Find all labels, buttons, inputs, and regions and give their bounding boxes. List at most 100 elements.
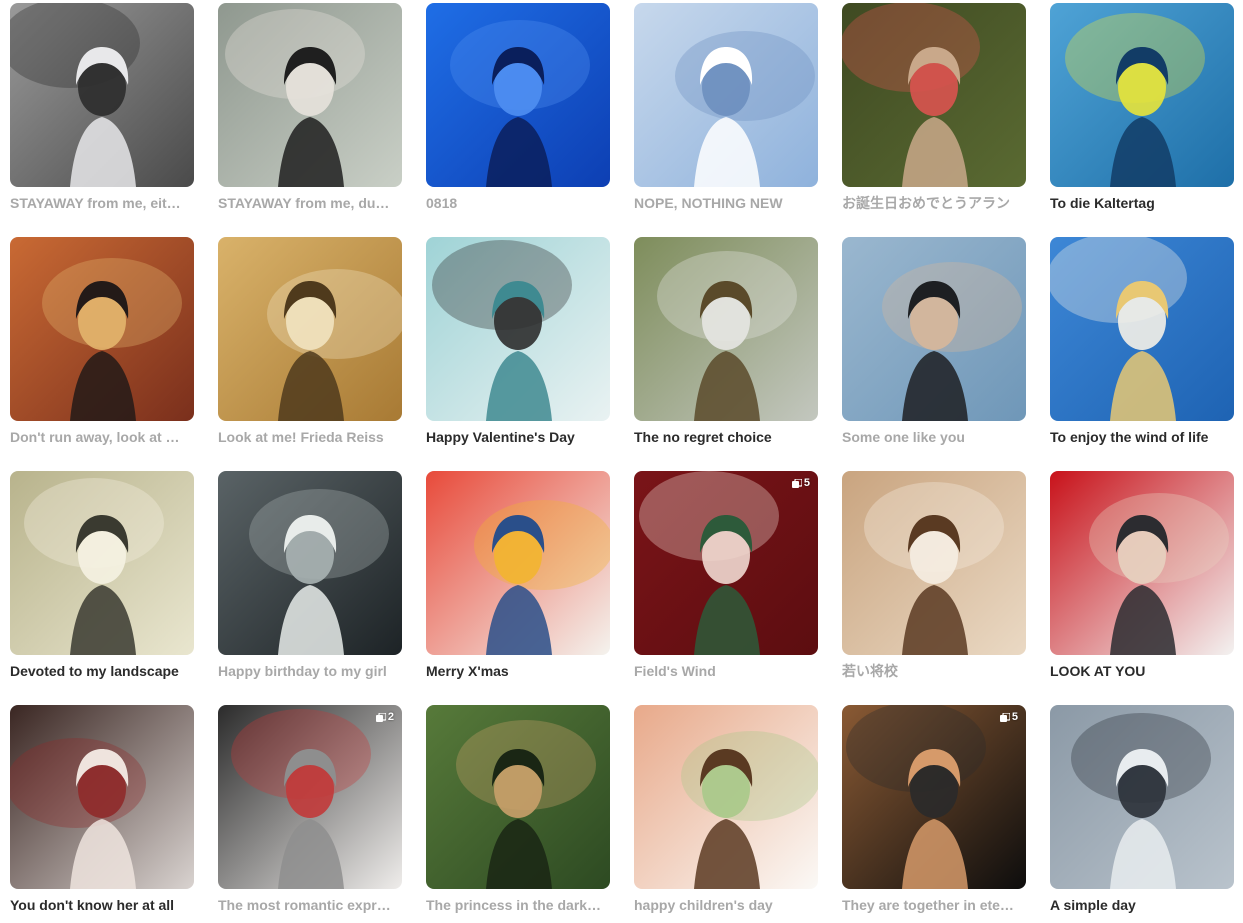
artwork-thumbnail[interactable] — [634, 705, 818, 889]
portrait-thumbnail — [426, 3, 610, 187]
artwork-card[interactable]: A simple day — [1050, 705, 1234, 923]
artwork-title[interactable]: A simple day — [1050, 896, 1234, 914]
artwork-thumbnail[interactable] — [842, 3, 1026, 187]
artwork-card[interactable]: 5 Field's Wind — [634, 471, 818, 689]
illustration-grid: STAYAWAY from me, eit… STAYAWAY from me, … — [10, 3, 1234, 923]
portrait-thumbnail — [218, 237, 402, 421]
portrait-thumbnail — [10, 3, 194, 187]
artwork-thumbnail[interactable]: 5 — [634, 471, 818, 655]
portrait-thumbnail — [634, 3, 818, 187]
artwork-card[interactable]: The princess in the dark… — [426, 705, 610, 923]
artwork-title[interactable]: 若い将校 — [842, 662, 1026, 680]
artwork-thumbnail[interactable] — [1050, 705, 1234, 889]
artwork-title[interactable]: Look at me! Frieda Reiss — [218, 428, 402, 446]
artwork-thumbnail[interactable] — [10, 705, 194, 889]
artwork-card[interactable]: Merry X'mas — [426, 471, 610, 689]
portrait-thumbnail — [1050, 3, 1234, 187]
artwork-title[interactable]: To enjoy the wind of life — [1050, 428, 1234, 446]
artwork-card[interactable]: happy children's day — [634, 705, 818, 923]
artwork-card[interactable]: NOPE, NOTHING NEW — [634, 3, 818, 221]
artwork-card[interactable]: To die Kaltertag — [1050, 3, 1234, 221]
portrait-thumbnail — [842, 3, 1026, 187]
artwork-title[interactable]: NOPE, NOTHING NEW — [634, 194, 818, 212]
artwork-thumbnail[interactable] — [842, 471, 1026, 655]
artwork-card[interactable]: 2 The most romantic expr… — [218, 705, 402, 923]
portrait-thumbnail — [634, 237, 818, 421]
artwork-title[interactable]: STAYAWAY from me, eit… — [10, 194, 194, 212]
artwork-card[interactable]: Happy Valentine's Day — [426, 237, 610, 455]
artwork-card[interactable]: 0818 — [426, 3, 610, 221]
artwork-title[interactable]: STAYAWAY from me, du… — [218, 194, 402, 212]
artwork-card[interactable]: お誕生日おめでとうアラン — [842, 3, 1026, 221]
portrait-thumbnail — [426, 705, 610, 889]
portrait-thumbnail — [218, 705, 402, 889]
artwork-card[interactable]: 若い将校 — [842, 471, 1026, 689]
artwork-title[interactable]: Devoted to my landscape — [10, 662, 194, 680]
artwork-card[interactable]: You don't know her at all — [10, 705, 194, 923]
artwork-title[interactable]: They are together in ete… — [842, 896, 1026, 914]
artwork-thumbnail[interactable] — [10, 3, 194, 187]
artwork-card[interactable]: To enjoy the wind of life — [1050, 237, 1234, 455]
artwork-title[interactable]: The most romantic expr… — [218, 896, 402, 914]
portrait-thumbnail — [218, 471, 402, 655]
artwork-card[interactable]: STAYAWAY from me, du… — [218, 3, 402, 221]
artwork-thumbnail[interactable]: 2 — [218, 705, 402, 889]
artwork-thumbnail[interactable] — [218, 237, 402, 421]
artwork-thumbnail[interactable] — [634, 237, 818, 421]
artwork-title[interactable]: To die Kaltertag — [1050, 194, 1234, 212]
artwork-thumbnail[interactable]: 5 — [842, 705, 1026, 889]
portrait-thumbnail — [1050, 705, 1234, 889]
artwork-card[interactable]: LOOK AT YOU — [1050, 471, 1234, 689]
artwork-title[interactable]: You don't know her at all — [10, 896, 194, 914]
artwork-title[interactable]: Happy birthday to my girl — [218, 662, 402, 680]
artwork-title[interactable]: happy children's day — [634, 896, 818, 914]
artwork-thumbnail[interactable] — [426, 705, 610, 889]
artwork-title[interactable]: Some one like you — [842, 428, 1026, 446]
portrait-thumbnail — [842, 237, 1026, 421]
artwork-title[interactable]: 0818 — [426, 194, 610, 212]
artwork-card[interactable]: Some one like you — [842, 237, 1026, 455]
artwork-title[interactable]: The princess in the dark… — [426, 896, 610, 914]
artwork-title[interactable]: LOOK AT YOU — [1050, 662, 1234, 680]
artwork-card[interactable]: Devoted to my landscape — [10, 471, 194, 689]
artwork-card[interactable]: STAYAWAY from me, eit… — [10, 3, 194, 221]
portrait-thumbnail — [842, 705, 1026, 889]
artwork-thumbnail[interactable] — [634, 3, 818, 187]
artwork-thumbnail[interactable] — [218, 3, 402, 187]
artwork-title[interactable]: Merry X'mas — [426, 662, 610, 680]
artwork-title[interactable]: The no regret choice — [634, 428, 818, 446]
artwork-thumbnail[interactable] — [1050, 3, 1234, 187]
page-count-badge: 2 — [375, 711, 394, 723]
artwork-card[interactable]: Happy birthday to my girl — [218, 471, 402, 689]
multi-page-icon — [375, 712, 386, 722]
page-count: 5 — [1011, 711, 1018, 723]
portrait-thumbnail — [634, 471, 818, 655]
portrait-thumbnail — [10, 237, 194, 421]
artwork-title[interactable]: Don't run away, look at … — [10, 428, 194, 446]
artwork-thumbnail[interactable] — [426, 237, 610, 421]
portrait-thumbnail — [10, 705, 194, 889]
portrait-thumbnail — [634, 705, 818, 889]
page-count: 5 — [803, 477, 810, 489]
artwork-card[interactable]: The no regret choice — [634, 237, 818, 455]
artwork-thumbnail[interactable] — [842, 237, 1026, 421]
portrait-thumbnail — [1050, 237, 1234, 421]
artwork-card[interactable]: Look at me! Frieda Reiss — [218, 237, 402, 455]
artwork-thumbnail[interactable] — [426, 3, 610, 187]
artwork-thumbnail[interactable] — [218, 471, 402, 655]
artwork-thumbnail[interactable] — [10, 237, 194, 421]
portrait-thumbnail — [842, 471, 1026, 655]
artwork-thumbnail[interactable] — [1050, 237, 1234, 421]
artwork-card[interactable]: 5 They are together in ete… — [842, 705, 1026, 923]
artwork-title[interactable]: お誕生日おめでとうアラン — [842, 194, 1026, 212]
artwork-title[interactable]: Field's Wind — [634, 662, 818, 680]
portrait-thumbnail — [426, 471, 610, 655]
page-count: 2 — [387, 711, 394, 723]
artwork-title[interactable]: Happy Valentine's Day — [426, 428, 610, 446]
artwork-thumbnail[interactable] — [426, 471, 610, 655]
portrait-thumbnail — [1050, 471, 1234, 655]
portrait-thumbnail — [10, 471, 194, 655]
artwork-card[interactable]: Don't run away, look at … — [10, 237, 194, 455]
artwork-thumbnail[interactable] — [10, 471, 194, 655]
artwork-thumbnail[interactable] — [1050, 471, 1234, 655]
